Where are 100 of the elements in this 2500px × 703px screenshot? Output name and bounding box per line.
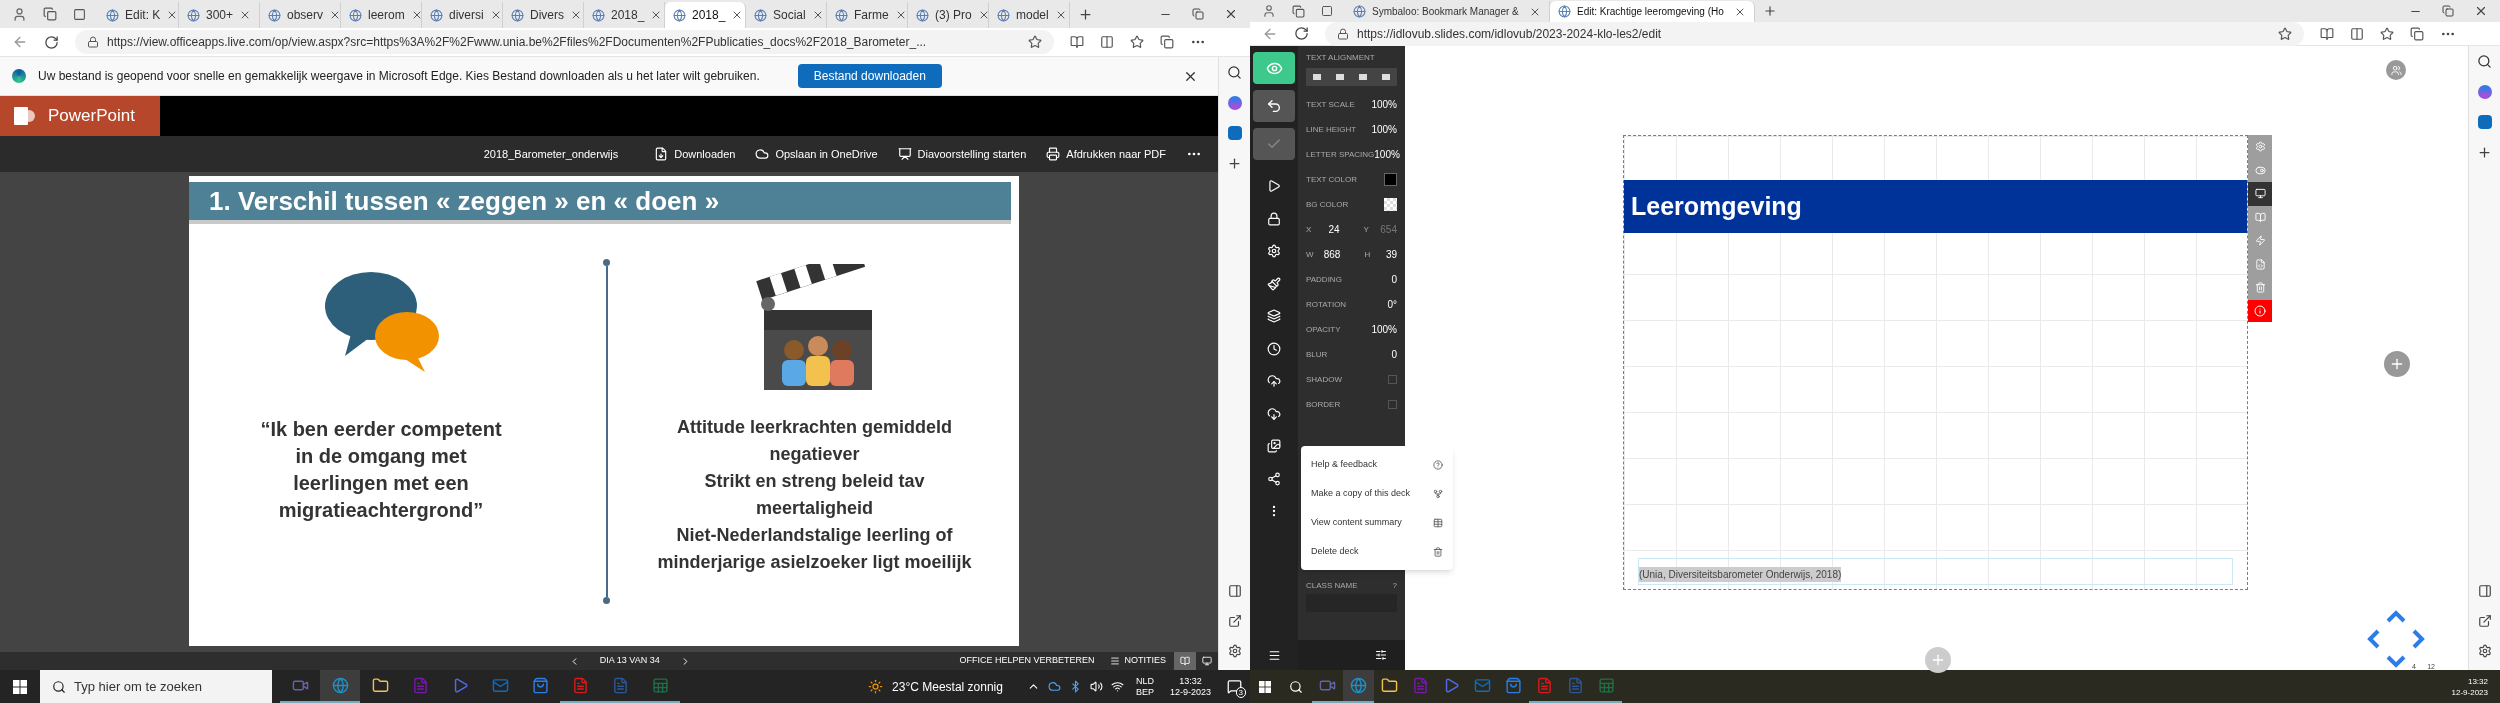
cloud-icon[interactable] <box>1047 680 1061 693</box>
reader-icon[interactable] <box>2320 26 2334 41</box>
add-icon[interactable] <box>1227 156 1242 171</box>
menu-item[interactable]: Make a copy of this deck <box>1301 479 1453 508</box>
profile-icon[interactable] <box>1262 4 1276 18</box>
volume-icon[interactable] <box>1089 680 1103 693</box>
copilot-icon[interactable] <box>1227 96 1242 110</box>
tab-actions-icon[interactable] <box>73 7 86 21</box>
search-field[interactable]: Typ hier om te zoeken <box>40 670 272 703</box>
feedback-link[interactable]: OFFICE HELPEN VERBETEREN <box>959 654 1095 668</box>
browser-icon[interactable] <box>1343 670 1374 703</box>
restore-icon[interactable] <box>2442 5 2454 17</box>
outlook-icon[interactable] <box>2477 115 2492 129</box>
clock-time[interactable]: 13:32 <box>1179 675 1202 687</box>
add-slide-icon[interactable] <box>1925 647 1951 673</box>
favicon-icon <box>349 8 362 22</box>
add-icon[interactable] <box>2477 145 2492 160</box>
property-value[interactable]: 100% <box>1374 147 1400 162</box>
weather-text[interactable]: 23°C Meestal zonnig <box>892 677 1003 696</box>
copilot-icon[interactable] <box>2477 85 2492 99</box>
browser-icon[interactable] <box>320 670 360 703</box>
collections-icon[interactable] <box>1160 35 1174 49</box>
profile-icon[interactable] <box>12 6 27 22</box>
info-message: Uw bestand is geopend voor snelle en gemakkelijk weergave in Microsoft Edge. Kies Bestand downloaden als u het later wilt gebruiken. <box>38 68 760 85</box>
close-icon[interactable] <box>570 9 582 21</box>
language-text[interactable]: NLD <box>1135 675 1154 687</box>
color-swatch[interactable] <box>1384 173 1397 186</box>
restore-icon[interactable] <box>1192 8 1204 20</box>
clock-date[interactable]: 12-9-2023 <box>1169 686 1211 698</box>
title-bar[interactable]: Leeromgeving <box>1624 180 2247 233</box>
navigation-icon[interactable] <box>2366 609 2426 669</box>
print-pdf-button[interactable]: Afdrukken naar PDF <box>1046 145 1166 163</box>
search-icon[interactable] <box>1227 65 1242 80</box>
download-button[interactable]: Downloaden <box>654 145 736 163</box>
weather-icon <box>866 679 885 694</box>
layout-text[interactable]: BEP <box>1135 686 1154 698</box>
favicon-icon <box>835 8 848 22</box>
notes-button[interactable]: NOTITIES <box>1110 654 1166 668</box>
favorites-icon[interactable] <box>1130 35 1144 49</box>
new-tab-icon[interactable] <box>1078 6 1093 22</box>
favicon-icon <box>592 8 605 22</box>
favorite-icon[interactable] <box>2278 26 2292 41</box>
property-label: PADDING <box>1306 273 1342 286</box>
outlook-icon[interactable] <box>1227 126 1242 140</box>
favorite-icon[interactable] <box>1028 35 1042 49</box>
back-icon[interactable] <box>12 34 28 50</box>
align-icon[interactable] <box>1381 74 1390 80</box>
slideshow-button[interactable]: Diavoorstelling starten <box>897 145 1027 163</box>
sidebar-icon[interactable] <box>1227 584 1242 598</box>
slide-point: Niet-Nederlandstalige leerling of minderjarige asielzoeker ligt moeilijk <box>656 524 973 574</box>
property-value[interactable]: 100% <box>1371 322 1397 337</box>
external-link-icon[interactable] <box>1227 614 1242 628</box>
close-icon[interactable] <box>1224 7 1238 21</box>
split-screen-icon[interactable] <box>2350 26 2364 41</box>
reload-icon[interactable] <box>44 34 59 50</box>
menu-item[interactable]: Delete deck <box>1301 537 1453 566</box>
favorites-icon[interactable] <box>2380 26 2394 41</box>
transparent-swatch[interactable] <box>1384 198 1397 211</box>
address-field[interactable]: https://idlovub.slides.com/idlovub/2023-2024-klo-les2/edit <box>1325 21 2304 46</box>
property-value[interactable]: 100% <box>1371 122 1397 137</box>
browser-tab[interactable]: 2018_ <box>665 2 746 28</box>
split-screen-icon[interactable] <box>1100 35 1114 49</box>
browser-tab[interactable]: Edit: Krachtige leeromgeving (Ho <box>1550 1 1755 22</box>
workspaces-icon[interactable] <box>1292 4 1305 18</box>
reload-icon[interactable] <box>1294 26 1309 41</box>
reader-icon[interactable] <box>1070 35 1084 49</box>
undo-button[interactable] <box>1253 90 1295 122</box>
notification-icon[interactable] <box>1227 679 1242 694</box>
save-onedrive-button[interactable]: Opslaan in OneDrive <box>755 145 878 163</box>
property-label: LETTER SPACING <box>1306 148 1375 161</box>
network-icon[interactable] <box>1110 680 1124 693</box>
align-icon[interactable] <box>1313 74 1322 80</box>
property-value[interactable]: 0° <box>1387 297 1397 312</box>
address-field[interactable]: https://view.officeapps.live.com/op/view.aspx?src=https%3A%2F%2Fwww.unia.be%2Ffiles%2FDocumenten%2FPublicaties_docs%2F2018_Barometer_... <box>75 30 1054 54</box>
property-value[interactable]: 39 <box>1378 247 1397 262</box>
property-label: Y <box>1363 223 1369 236</box>
property-value[interactable]: 0 <box>1391 272 1397 287</box>
align-icon[interactable] <box>1358 74 1367 80</box>
search-icon[interactable] <box>2477 54 2492 69</box>
download-file-button[interactable]: Bestand downloaden <box>797 64 942 88</box>
reading-view-icon[interactable] <box>1174 652 1196 670</box>
workspaces-icon[interactable] <box>43 7 57 21</box>
menu-item[interactable]: Help & feedback <box>1301 450 1453 479</box>
property-value[interactable]: 100% <box>1371 97 1397 112</box>
collections-icon[interactable] <box>2410 26 2424 41</box>
collaborators-icon[interactable] <box>2386 60 2406 80</box>
sidebar-icon[interactable] <box>2477 584 2492 598</box>
sliders-icon[interactable] <box>1375 649 1387 661</box>
property-value[interactable]: 24 <box>1319 222 1340 237</box>
external-link-icon[interactable] <box>2477 614 2492 628</box>
close-icon[interactable] <box>2474 4 2488 18</box>
property-value[interactable]: 0 <box>1391 347 1397 362</box>
clock-time[interactable]: 13:32 <box>2467 675 2488 687</box>
notification-badge: 3 <box>1235 687 1246 698</box>
menu-item[interactable]: View content summary <box>1301 508 1453 537</box>
clock-date[interactable]: 12-9-2023 <box>2451 686 2488 698</box>
align-icon[interactable] <box>1336 74 1345 80</box>
caption-box[interactable]: (Unia, Diversiteitsbarometer Onderwijs, 2018) <box>1638 558 2233 585</box>
property-value[interactable]: 868 <box>1321 247 1341 262</box>
tab-actions-icon[interactable] <box>1321 5 1333 17</box>
